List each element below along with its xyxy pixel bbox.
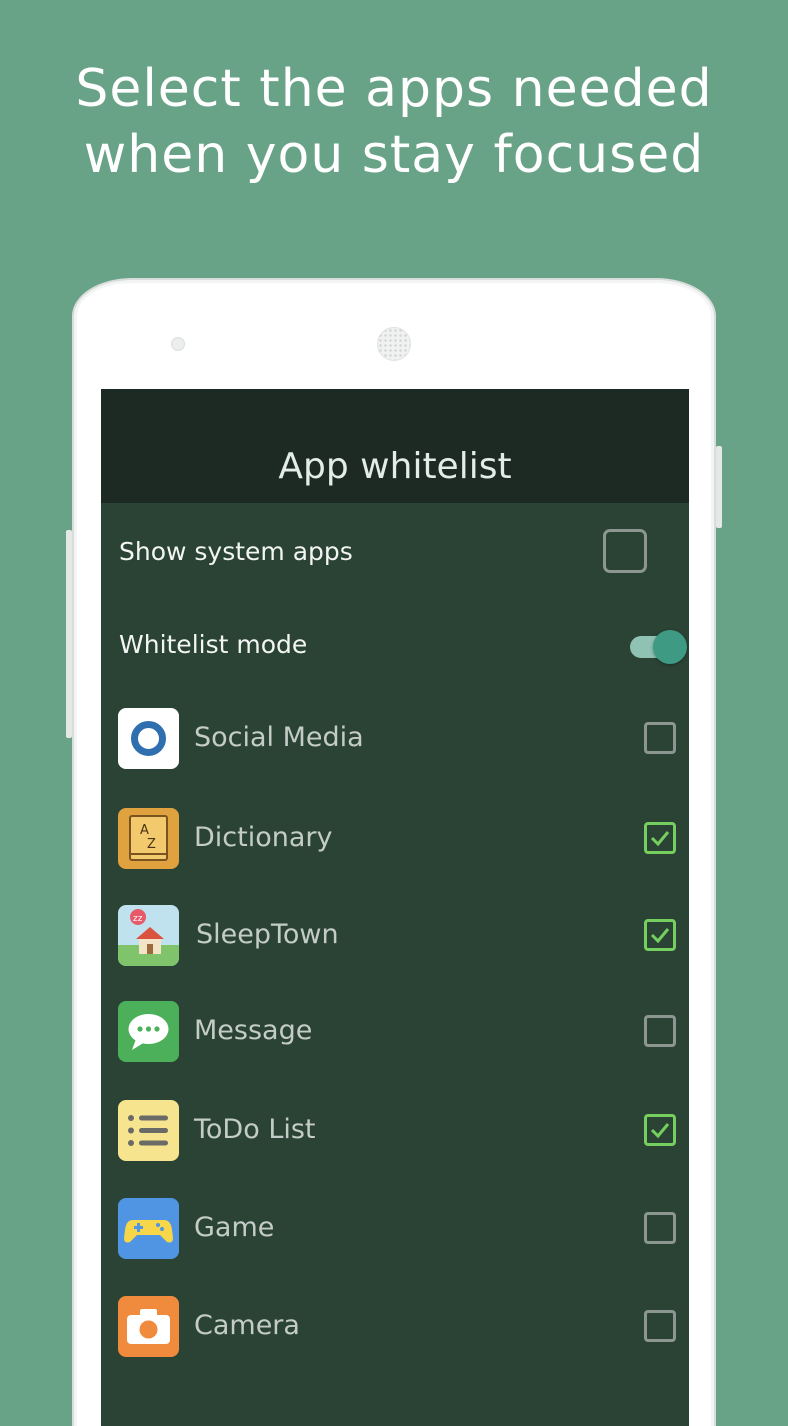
app-checkbox[interactable] [644, 1310, 676, 1342]
app-row-camera[interactable]: Camera [101, 1296, 689, 1358]
app-checkbox[interactable] [644, 1212, 676, 1244]
social-media-icon [118, 708, 179, 769]
phone-sensor [171, 337, 185, 351]
checkmark-icon [650, 831, 670, 847]
app-name: Social Media [194, 722, 364, 753]
show-system-apps-checkbox[interactable] [603, 529, 647, 573]
svg-text:A: A [140, 823, 149, 838]
headline-line-2: when you stay focused [83, 125, 705, 185]
app-checkbox[interactable] [644, 1015, 676, 1047]
message-icon [118, 1001, 179, 1062]
svg-text:zz: zz [133, 914, 143, 924]
phone-speaker [377, 327, 411, 361]
page-title: App whitelist [278, 446, 512, 487]
promo-headline: Select the apps needed when you stay foc… [0, 56, 788, 188]
app-name: Dictionary [194, 822, 333, 853]
app-checkbox[interactable] [644, 1114, 676, 1146]
headline-line-1: Select the apps needed [75, 59, 713, 119]
checkmark-icon [650, 1123, 670, 1139]
app-row-todo-list[interactable]: ToDo List [101, 1100, 689, 1162]
app-row-game[interactable]: Game [101, 1198, 689, 1260]
show-system-apps-label: Show system apps [119, 537, 353, 566]
phone-screen: App whitelist Show system apps Whitelist… [101, 389, 689, 1426]
sleeptown-icon: zz [118, 905, 179, 966]
whitelist-mode-label: Whitelist mode [119, 630, 308, 659]
toggle-thumb [653, 630, 687, 664]
app-name: ToDo List [194, 1114, 316, 1145]
app-bar: App whitelist [101, 389, 689, 503]
app-row-dictionary[interactable]: A Z Dictionary [101, 808, 689, 870]
camera-icon [118, 1296, 179, 1357]
app-checkbox[interactable] [644, 722, 676, 754]
app-name: Message [194, 1015, 313, 1046]
app-checkbox[interactable] [644, 822, 676, 854]
svg-text:Z: Z [147, 837, 156, 852]
app-name: SleepTown [196, 919, 339, 950]
app-row-social-media[interactable]: Social Media [101, 708, 689, 770]
app-row-message[interactable]: Message [101, 1001, 689, 1063]
app-row-sleeptown[interactable]: zz SleepTown [101, 905, 689, 967]
app-checkbox[interactable] [644, 919, 676, 951]
checkmark-icon [650, 928, 670, 944]
app-name: Camera [194, 1310, 300, 1341]
todo-list-icon [118, 1100, 179, 1161]
phone-power-button [716, 446, 722, 528]
dictionary-icon: A Z [118, 808, 179, 869]
game-controller-icon [118, 1198, 179, 1259]
app-name: Game [194, 1212, 275, 1243]
